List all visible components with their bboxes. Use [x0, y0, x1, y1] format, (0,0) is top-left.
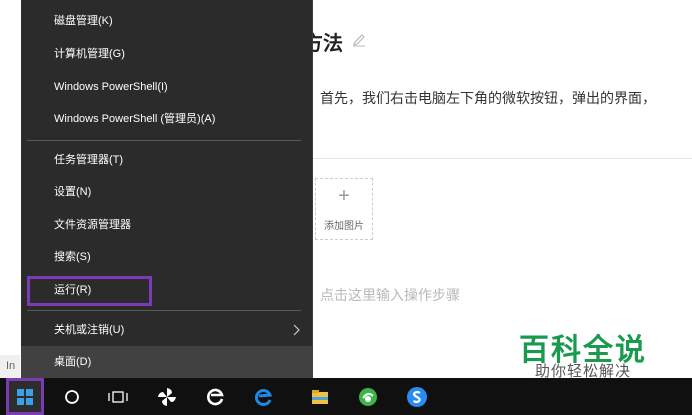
menu-item-desktop[interactable]: 桌面(D) [21, 346, 313, 378]
menu-item-disk-management[interactable]: 磁盘管理(K) [21, 5, 313, 37]
add-image-label: 添加图片 [324, 221, 364, 232]
step-input-placeholder[interactable]: 点击这里输入操作步骤 [320, 285, 460, 305]
add-image-button[interactable]: + 添加图片 [315, 178, 373, 240]
section-divider [303, 158, 692, 159]
pinwheel-app-icon [158, 387, 176, 406]
menu-item-search[interactable]: 搜索(S) [21, 241, 313, 273]
step-description[interactable]: 首先，我们右击电脑左下角的微软按钮，弹出的界面， [320, 88, 656, 108]
winx-context-menu: 磁盘管理(K) 计算机管理(G) Windows PowerShell(I) W… [21, 0, 313, 378]
menu-item-settings[interactable]: 设置(N) [21, 176, 313, 208]
sogou-button[interactable] [397, 378, 437, 415]
green-browser-button[interactable] [348, 378, 388, 415]
edge-button[interactable] [244, 378, 284, 415]
task-view-icon [108, 390, 128, 403]
menu-item-powershell-admin[interactable]: Windows PowerShell (管理员)(A) [21, 103, 313, 135]
left-edge-strip: In [0, 355, 20, 378]
menu-separator [27, 310, 301, 311]
pinwheel-app-button[interactable] [147, 378, 187, 415]
menu-separator [27, 140, 301, 141]
run-highlight-box [27, 276, 152, 306]
internet-explorer-button[interactable] [196, 378, 236, 415]
menu-item-powershell[interactable]: Windows PowerShell(I) [21, 71, 313, 103]
task-view-button[interactable] [98, 378, 138, 415]
ie-icon [207, 388, 224, 405]
menu-item-computer-management[interactable]: 计算机管理(G) [21, 38, 313, 70]
taskbar [0, 378, 692, 415]
menu-item-task-manager[interactable]: 任务管理器(T) [21, 144, 313, 176]
edge-icon [254, 388, 273, 406]
chevron-right-icon [293, 324, 300, 336]
file-explorer-button[interactable] [300, 378, 340, 415]
cortana-search-icon [65, 389, 79, 404]
menu-item-shutdown-label: 关机或注销(U) [54, 324, 125, 336]
cortana-search-button[interactable] [52, 378, 92, 415]
file-explorer-icon [312, 389, 328, 404]
green-browser-icon [359, 387, 377, 406]
windows-start-icon [17, 388, 33, 405]
sogou-icon [407, 386, 427, 407]
windows-start-button[interactable] [6, 378, 44, 415]
edit-pencil-icon[interactable] [352, 33, 366, 47]
menu-item-shutdown-signout[interactable]: 关机或注销(U) [21, 314, 313, 346]
menu-item-file-explorer[interactable]: 文件资源管理器 [21, 209, 313, 241]
plus-icon: + [338, 185, 350, 207]
